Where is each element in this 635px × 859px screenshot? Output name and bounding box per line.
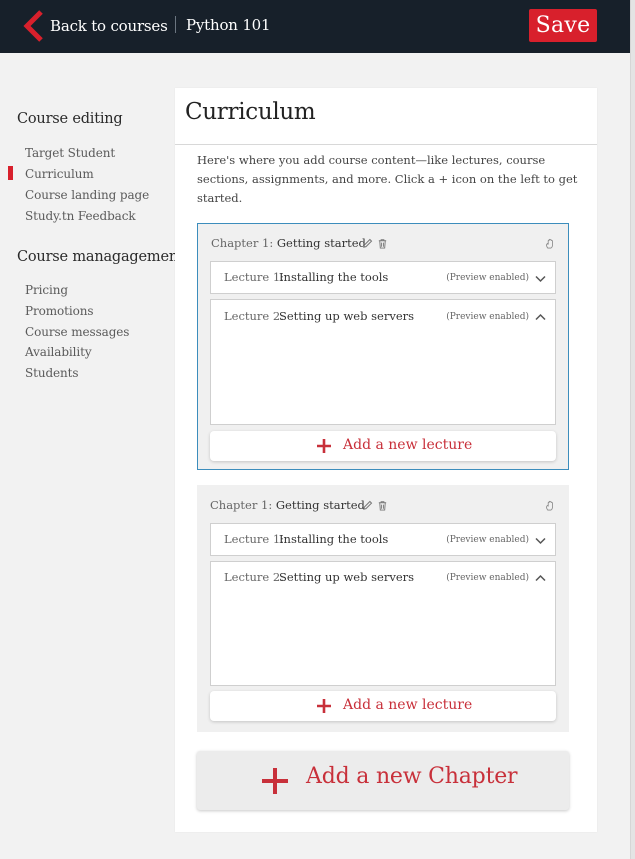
sidebar-item-availability[interactable]: Availability	[25, 345, 92, 359]
preview-badge: (Preview enabled)	[446, 273, 529, 283]
preview-badge: (Preview enabled)	[446, 573, 529, 583]
chapter-card[interactable]: Chapter 1: Getting started Lecture 1: In…	[197, 223, 569, 470]
plus-icon	[317, 439, 331, 453]
lecture-name: Installing the tools	[279, 532, 389, 546]
sidebar-item-promotions[interactable]: Promotions	[25, 304, 94, 318]
top-bar: Back to courses Python 101 Save	[0, 0, 630, 53]
save-button[interactable]: Save	[529, 9, 597, 42]
sidebar-item-curriculum[interactable]: Curriculum	[25, 167, 94, 181]
sidebar-item-target-student[interactable]: Target Student	[25, 146, 115, 160]
course-editing-heading: Course editing	[17, 111, 123, 127]
drag-handle-icon[interactable]	[545, 500, 556, 511]
course-title: Python 101	[186, 16, 271, 34]
chapter-label: Chapter 1:	[211, 236, 274, 250]
chapter-card[interactable]: Chapter 1: Getting started Lecture 1: In…	[197, 485, 569, 732]
chapter-name: Getting started	[275, 498, 365, 512]
lecture-row-expanded[interactable]: Lecture 2: Setting up web servers (Previ…	[210, 561, 556, 686]
add-chapter-button[interactable]: Add a new Chapter	[197, 751, 569, 810]
trash-icon[interactable]	[377, 238, 388, 249]
lecture-label: Lecture 1:	[224, 532, 285, 546]
pencil-icon[interactable]	[362, 500, 373, 511]
add-lecture-label: Add a new lecture	[343, 697, 473, 713]
lecture-name: Setting up web servers	[279, 570, 415, 584]
preview-badge: (Preview enabled)	[446, 312, 529, 322]
lecture-row-expanded[interactable]: Lecture 2: Setting up web servers (Previ…	[210, 299, 556, 425]
lecture-name: Setting up web servers	[279, 309, 415, 323]
sidebar-item-course-messages[interactable]: Course messages	[25, 325, 129, 339]
scrollbar[interactable]	[630, 0, 635, 859]
course-management-heading: Course managagement	[17, 249, 184, 265]
chevron-up-icon[interactable]	[535, 313, 546, 321]
lecture-row[interactable]: Lecture 1: Installing the tools (Preview…	[210, 261, 556, 294]
plus-icon	[317, 699, 331, 713]
chevron-down-icon[interactable]	[535, 275, 546, 283]
lecture-label: Lecture 1:	[224, 270, 285, 284]
chapter-label: Chapter 1:	[210, 498, 273, 512]
lecture-label: Lecture 2:	[224, 570, 285, 584]
sidebar-item-feedback[interactable]: Study.tn Feedback	[25, 209, 136, 223]
add-lecture-label: Add a new lecture	[343, 437, 473, 453]
header-separator	[175, 16, 176, 33]
pencil-icon[interactable]	[362, 238, 373, 249]
lecture-label: Lecture 2:	[224, 309, 285, 323]
page-title: Curriculum	[185, 99, 316, 125]
add-lecture-button[interactable]: Add a new lecture	[210, 431, 556, 461]
chevron-down-icon[interactable]	[535, 537, 546, 545]
chevron-left-icon	[23, 10, 43, 42]
plus-icon	[262, 768, 288, 794]
chapter-name: Getting started	[276, 236, 366, 250]
sidebar-item-pricing[interactable]: Pricing	[25, 283, 68, 297]
chapter-actions	[362, 500, 388, 511]
chapter-title: Chapter 1: Getting started	[210, 498, 365, 512]
back-to-courses-link[interactable]: Back to courses	[22, 9, 168, 43]
trash-icon[interactable]	[377, 500, 388, 511]
lecture-row[interactable]: Lecture 1: Installing the tools (Preview…	[210, 523, 556, 556]
active-indicator	[8, 166, 13, 180]
sidebar-item-students[interactable]: Students	[25, 366, 79, 380]
chapter-title: Chapter 1: Getting started	[211, 236, 366, 250]
add-lecture-button[interactable]: Add a new lecture	[210, 691, 556, 721]
curriculum-panel: Curriculum Here's where you add course c…	[175, 88, 597, 832]
chapter-actions	[362, 238, 388, 249]
add-chapter-label: Add a new Chapter	[306, 764, 518, 789]
preview-badge: (Preview enabled)	[446, 535, 529, 545]
lecture-name: Installing the tools	[279, 270, 389, 284]
back-to-courses-label: Back to courses	[50, 17, 168, 35]
sidebar-item-course-landing-page[interactable]: Course landing page	[25, 188, 149, 202]
chevron-up-icon[interactable]	[535, 574, 546, 582]
title-divider	[175, 144, 597, 145]
drag-handle-icon[interactable]	[545, 238, 556, 249]
intro-text: Here's where you add course content—like…	[197, 153, 578, 205]
